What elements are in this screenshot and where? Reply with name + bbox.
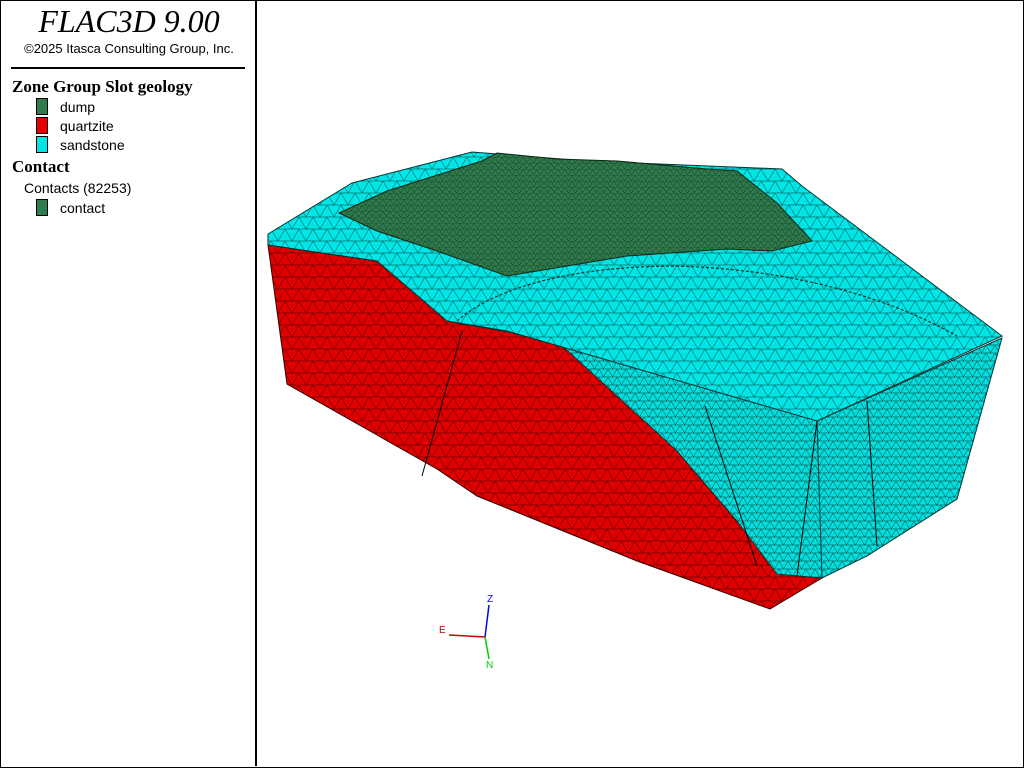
n-axis-label: N bbox=[486, 660, 493, 671]
contact-title: Contact bbox=[12, 157, 70, 176]
quartzite-swatch bbox=[36, 117, 48, 134]
legend-item-label: dump bbox=[60, 98, 96, 115]
e-axis-label: E bbox=[439, 625, 446, 636]
e-axis-line bbox=[448, 634, 486, 638]
model-viewport[interactable]: Z E N bbox=[257, 1, 1022, 766]
legend-item-label: quartzite bbox=[60, 117, 114, 134]
app-title: FLAC3D 9.00 bbox=[38, 3, 220, 39]
n-axis-line bbox=[484, 636, 490, 660]
model-canvas[interactable]: Z E N bbox=[257, 1, 1022, 766]
legend-divider bbox=[11, 67, 245, 69]
axis-triad: Z E N bbox=[439, 594, 493, 671]
dump-swatch bbox=[36, 98, 48, 115]
copyright-text: ©2025 Itasca Consulting Group, Inc. bbox=[24, 41, 234, 56]
legend-item-quartzite[interactable]: quartzite bbox=[36, 116, 114, 135]
legend-item-label: contact bbox=[60, 199, 106, 216]
legend-item-contact[interactable]: contact bbox=[36, 198, 105, 217]
contact-swatch bbox=[36, 199, 48, 216]
sandstone-swatch bbox=[36, 136, 48, 153]
z-axis-line bbox=[484, 604, 490, 638]
z-axis-label: Z bbox=[487, 594, 493, 605]
legend-item-label: sandstone bbox=[60, 136, 125, 153]
legend-item-sandstone[interactable]: sandstone bbox=[36, 135, 125, 154]
legend-panel: FLAC3D 9.00 ©2025 Itasca Consulting Grou… bbox=[1, 1, 257, 766]
contacts-count-label: Contacts (82253) bbox=[24, 180, 132, 196]
legend-item-dump[interactable]: dump bbox=[36, 97, 95, 116]
zone-group-title: Zone Group Slot geology bbox=[12, 77, 193, 96]
